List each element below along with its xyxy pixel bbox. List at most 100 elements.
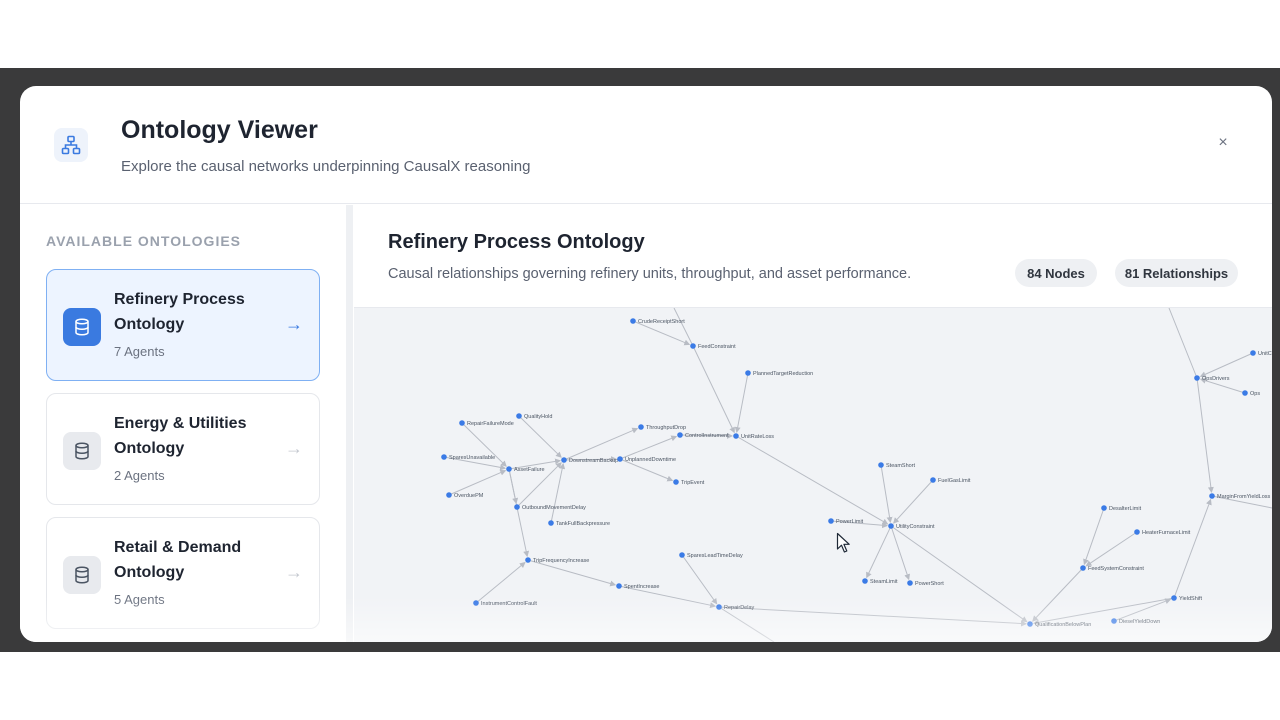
graph-edge [893,479,934,524]
graph-svg[interactable]: CrudeReceiptShort FeedConstraint PlannedTa… [354,308,1272,642]
graph-node-dot[interactable] [459,420,465,426]
graph-node[interactable]: PlannedTargetReduction [745,370,813,377]
graph-node-label: DesalterLimit [1109,506,1142,512]
graph-node-dot[interactable] [930,477,936,483]
graph-node-dot[interactable] [745,370,751,376]
graph-node[interactable]: FeedSystemConstraint [1080,565,1144,572]
graph-node-dot[interactable] [907,580,913,586]
graph-node[interactable]: YieldShift [1171,595,1203,602]
graph-edge [518,415,562,458]
graph-node-label: QualificationBelowPlan [1035,622,1091,628]
graph-node-label: TankFullBackpressure [556,521,610,527]
graph-node-dot[interactable] [561,457,567,463]
graph-node-dot[interactable] [473,600,479,606]
graph-node-dot[interactable] [616,583,622,589]
graph-node[interactable]: PowerLimit [828,518,864,525]
graph-node-dot[interactable] [862,578,868,584]
graph-node-dot[interactable] [630,318,636,324]
graph-node-dot[interactable] [888,523,894,529]
graph-node-dot[interactable] [1194,375,1200,381]
graph-node[interactable]: PowerShort [907,580,944,587]
graph-node-dot[interactable] [514,504,520,510]
graph-node[interactable]: OutboundMovementDelay [514,504,586,511]
graph-node[interactable]: TripEvent [673,479,705,486]
graph-node[interactable]: SparesLeadTimeDelay [679,552,743,559]
graph-node-dot[interactable] [679,552,685,558]
graph-node[interactable]: UnitC [1250,350,1272,357]
graph-node[interactable]: Ops [1242,390,1260,397]
graph-node-dot[interactable] [548,520,554,526]
graph-node-label: TripEvent [681,480,705,486]
graph-node[interactable]: TankFullBackpressure [548,520,610,527]
graph-node-dot[interactable] [828,518,834,524]
graph-node[interactable]: AssetFailure [506,466,545,473]
ontology-card-energy[interactable]: Energy & Utilities Ontology 2 Agents → [46,393,320,505]
graph-node[interactable]: UnplannedDowntime [617,456,676,463]
ontology-card-retail[interactable]: Retail & Demand Ontology 5 Agents → [46,517,320,629]
graph-node-dot[interactable] [690,343,696,349]
ontology-card-refinery[interactable]: Refinery Process Ontology 7 Agents → [46,269,320,381]
graph-node-dot[interactable] [1171,595,1177,601]
graph-node[interactable]: RepairFailureMode [459,420,514,427]
graph-node[interactable]: DownstreamBackup [561,457,618,464]
graph-node[interactable]: ThroughputDrop [638,424,686,431]
graph-node-dot[interactable] [1101,505,1107,511]
graph-node-label: UnitRateLoss [741,434,774,440]
graph-node-dot[interactable] [1134,529,1140,535]
graph-node-dot[interactable] [1111,618,1117,624]
graph-node-label: MarginFromYieldLoss [1217,494,1271,500]
graph-node-dot[interactable] [516,413,522,419]
graph-node-label: RepairFailureMode [467,421,514,427]
database-icon [63,556,101,594]
graph-node[interactable]: UnitRateLoss [733,433,774,440]
card-agents: 7 Agents [114,344,165,359]
graph-edge [550,462,566,524]
graph-node-dot[interactable] [677,432,683,438]
graph-edge [692,345,735,434]
graph-node[interactable]: OpsDrivers [1194,375,1230,382]
graph-node[interactable]: SteamLimit [862,578,898,585]
graph-node[interactable]: CrudeReceiptShort [630,318,685,325]
graph-node-dot[interactable] [1250,350,1256,356]
graph-node[interactable]: OverduePM [446,492,484,499]
graph-node[interactable]: FuelGasLimit [930,477,971,484]
graph-node[interactable]: UtilityConstraint [888,523,935,530]
graph-node-dot[interactable] [1242,390,1248,396]
graph-node[interactable]: TripFrequencyIncrease [525,557,589,564]
graph-node-dot[interactable] [1209,493,1215,499]
graph-node[interactable]: ControlInstrument [677,432,729,439]
graph-node-label: UtilityConstraint [896,524,935,530]
relationships-count-badge: 81 Relationships [1115,259,1238,287]
graph-node[interactable]: HeaterFurnaceLimit [1134,529,1191,536]
graph-node[interactable]: DieselYieldDown [1111,618,1160,625]
graph-node-dot[interactable] [716,604,722,610]
graph-node[interactable]: SteamShort [878,462,916,469]
graph-node[interactable]: QualificationBelowPlan [1027,621,1091,628]
graph-node-dot[interactable] [506,466,512,472]
graph-edge [448,469,507,496]
graph-node-dot[interactable] [525,557,531,563]
graph-node-dot[interactable] [1027,621,1033,627]
graph-node-dot[interactable] [446,492,452,498]
graph-node-dot[interactable] [733,433,739,439]
graph-node[interactable]: InstrumentControlFault [473,600,537,607]
graph-node[interactable]: DesalterLimit [1101,505,1142,512]
ontology-graph-canvas[interactable]: CrudeReceiptShort FeedConstraint PlannedTa… [354,308,1272,642]
graph-node-dot[interactable] [673,479,679,485]
graph-node-dot[interactable] [878,462,884,468]
panel-divider[interactable] [346,205,353,642]
graph-edge [475,561,526,604]
graph-edge [866,525,892,579]
card-title: Retail & Demand Ontology [114,539,242,581]
graph-node-dot[interactable] [617,456,623,462]
graph-node-dot[interactable] [1080,565,1086,571]
graph-node[interactable]: SparesUnavailable [441,454,495,461]
graph-node-dot[interactable] [638,424,644,430]
graph-node[interactable]: FeedConstraint [690,343,736,350]
database-icon [63,432,101,470]
graph-node[interactable]: MarginFromYieldLoss [1209,493,1271,500]
graph-node-dot[interactable] [441,454,447,460]
close-icon[interactable]: × [1214,134,1232,152]
card-title: Refinery Process Ontology [114,291,245,333]
ontology-viewer-modal: Ontology Viewer Explore the causal netwo… [20,86,1272,642]
